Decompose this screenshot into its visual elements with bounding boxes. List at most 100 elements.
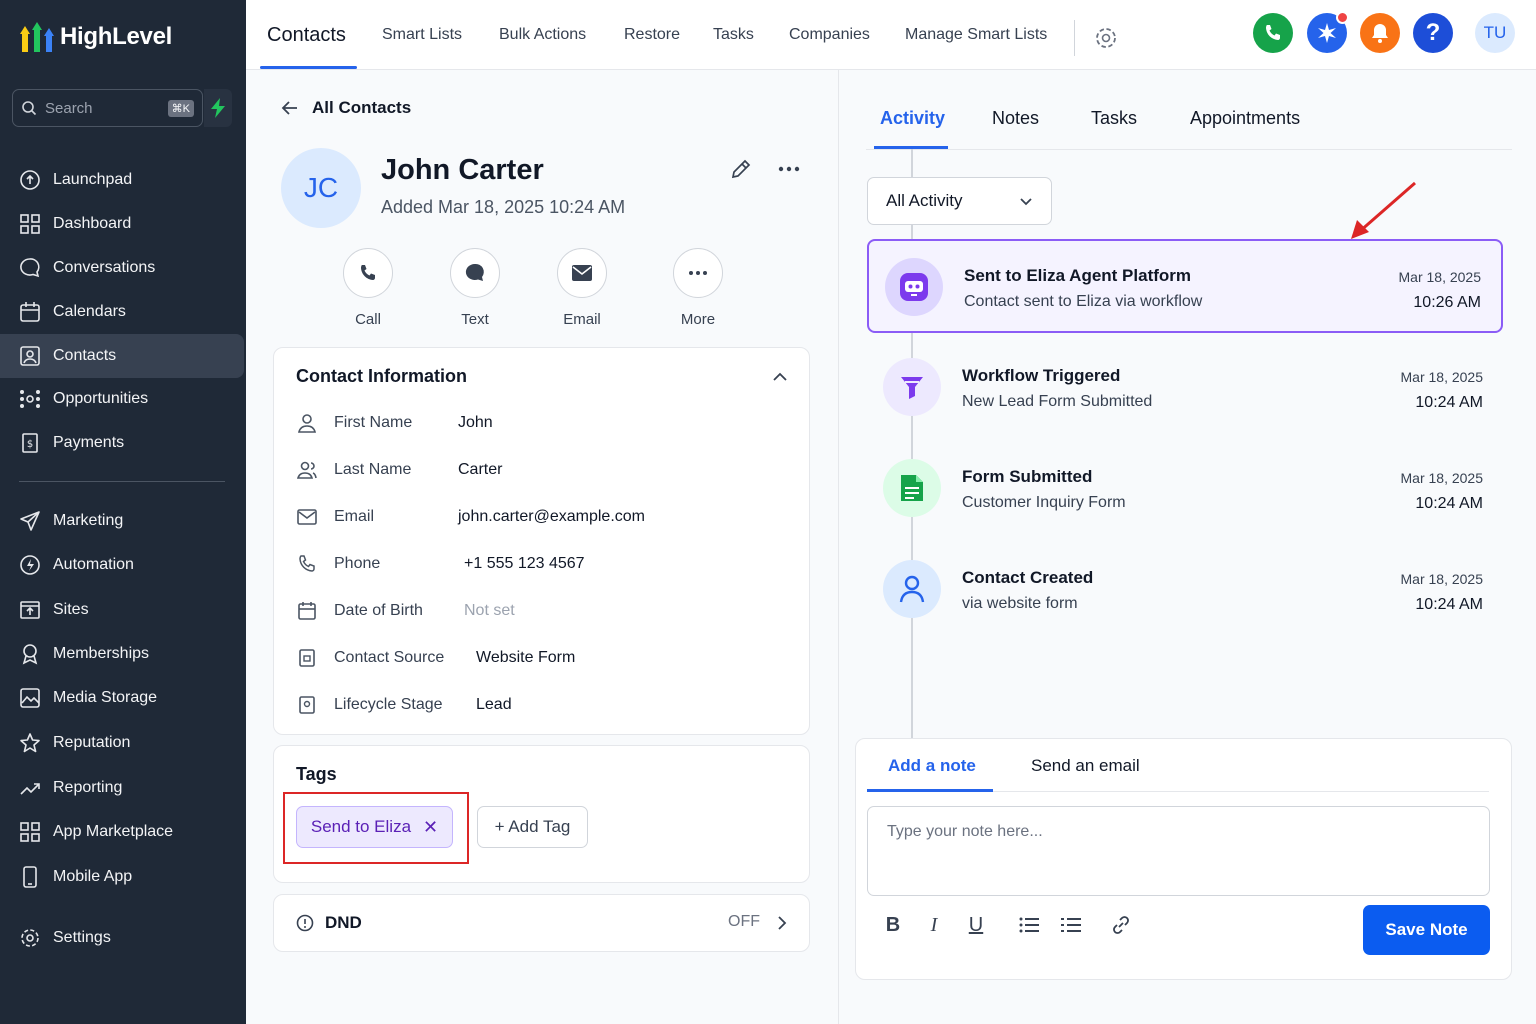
sidebar-item-label: Reporting — [53, 779, 123, 796]
tab-appointments[interactable]: Appointments — [1190, 108, 1300, 129]
tab-restore[interactable]: Restore — [624, 0, 680, 70]
numbered-list-button[interactable] — [1058, 912, 1084, 938]
bulleted-list-button[interactable] — [1016, 912, 1042, 938]
envelope-icon — [297, 509, 317, 525]
sidebar-item-label: Sites — [53, 601, 89, 618]
sidebar-item-launchpad[interactable]: Launchpad — [0, 158, 246, 202]
sidebar-item-label: Mobile App — [53, 868, 133, 885]
tab-tasks[interactable]: Tasks — [713, 0, 754, 70]
user-avatar[interactable]: TU — [1475, 13, 1515, 53]
payments-icon: $ — [22, 433, 38, 453]
send-icon — [20, 511, 40, 531]
settings-button[interactable] — [1094, 26, 1118, 50]
text-action[interactable]: Text — [435, 248, 515, 328]
text-action-label: Text — [461, 311, 489, 328]
sidebar-item-label: Marketing — [53, 512, 124, 529]
notifications-star-button[interactable] — [1307, 11, 1349, 53]
sidebar-item-memberships[interactable]: Memberships — [0, 632, 246, 676]
automation-icon — [20, 555, 40, 575]
active-tab-underline — [260, 66, 357, 69]
activity-item-contact-created[interactable]: Contact Created via website form Mar 18,… — [867, 543, 1503, 637]
tab-bulk-actions[interactable]: Bulk Actions — [499, 0, 586, 70]
sidebar-item-mobile-app[interactable]: Mobile App — [0, 855, 246, 899]
activity-item-workflow-triggered[interactable]: Workflow Triggered New Lead Form Submitt… — [867, 341, 1503, 435]
activity-title: Workflow Triggered — [962, 366, 1121, 385]
field-value[interactable]: Carter — [458, 461, 502, 479]
sidebar-item-label: Automation — [53, 556, 134, 573]
sidebar-item-label: Memberships — [53, 645, 150, 662]
tab-activity[interactable]: Activity — [880, 108, 945, 129]
sidebar-item-settings[interactable]: Settings — [0, 916, 246, 960]
sidebar-item-opportunities[interactable]: Opportunities — [0, 377, 246, 421]
field-value[interactable]: Lead — [476, 696, 512, 714]
phone-icon — [299, 555, 315, 572]
arrow-left-icon — [281, 101, 297, 115]
sidebar-item-dashboard[interactable]: Dashboard — [0, 202, 246, 246]
field-label: Email — [334, 508, 375, 525]
field-value[interactable]: Not set — [464, 602, 515, 620]
call-action[interactable]: Call — [328, 248, 408, 328]
sidebar-item-app-marketplace[interactable]: App Marketplace — [0, 810, 246, 854]
underline-button[interactable]: U — [963, 912, 989, 938]
alerts-button[interactable] — [1360, 13, 1400, 53]
user-icon — [297, 414, 317, 433]
activity-item-form-submitted[interactable]: Form Submitted Customer Inquiry Form Mar… — [867, 442, 1503, 536]
app-logo[interactable]: HighLevel — [20, 20, 172, 54]
contact-added-date: Added Mar 18, 2025 10:24 AM — [381, 197, 626, 217]
bulleted-list-icon — [1019, 917, 1039, 933]
italic-button[interactable]: I — [921, 912, 947, 938]
edit-contact-button[interactable] — [728, 156, 754, 182]
sidebar-item-marketing[interactable]: Marketing — [0, 499, 246, 543]
tags-title: Tags — [296, 764, 337, 784]
phone-icon — [361, 265, 375, 280]
field-value[interactable]: john.carter@example.com — [458, 508, 645, 526]
sidebar-item-payments[interactable]: $ Payments — [0, 421, 246, 465]
lifecycle-icon — [299, 696, 315, 714]
sidebar-item-media-storage[interactable]: Media Storage — [0, 676, 246, 720]
field-value[interactable]: Website Form — [476, 649, 575, 667]
activity-item-sent-to-eliza[interactable]: Sent to Eliza Agent Platform Contact sen… — [867, 239, 1503, 333]
email-action[interactable]: Email — [542, 248, 622, 328]
add-tag-button[interactable]: + Add Tag — [477, 806, 588, 848]
tab-send-an-email[interactable]: Send an email — [1031, 756, 1140, 776]
more-action[interactable]: More — [658, 248, 738, 328]
field-value[interactable]: John — [458, 414, 493, 432]
sidebar-divider — [19, 481, 225, 482]
tab-smart-lists[interactable]: Smart Lists — [382, 0, 462, 70]
tab-manage-smart-lists[interactable]: Manage Smart Lists — [905, 0, 1047, 70]
sidebar-item-contacts[interactable]: Contacts — [0, 334, 244, 378]
field-value[interactable]: +1 555 123 4567 — [464, 555, 585, 573]
sidebar-item-conversations[interactable]: Conversations — [0, 246, 246, 290]
back-to-all-contacts[interactable]: All Contacts — [280, 98, 411, 118]
sidebar-item-calendars[interactable]: Calendars — [0, 290, 246, 334]
search-shortcut: ⌘K — [167, 99, 194, 117]
svg-text:$: $ — [27, 439, 33, 450]
sidebar-item-reputation[interactable]: Reputation — [0, 721, 246, 765]
collapse-button[interactable] — [769, 366, 791, 388]
help-button[interactable]: ? — [1413, 13, 1453, 53]
sidebar-item-sites[interactable]: Sites — [0, 588, 246, 632]
search-input[interactable]: Search ⌘K — [12, 89, 203, 127]
tab-add-a-note[interactable]: Add a note — [888, 756, 976, 776]
envelope-icon — [572, 265, 592, 281]
tab-contacts[interactable]: Contacts — [267, 0, 346, 70]
sidebar-item-label: Settings — [53, 929, 111, 946]
contact-information-card — [273, 347, 810, 735]
tab-tasks-panel[interactable]: Tasks — [1091, 108, 1137, 129]
tab-notes[interactable]: Notes — [992, 108, 1039, 129]
field-phone: Phone +1 555 123 4567 — [296, 552, 585, 576]
field-last-name: Last Name Carter — [296, 458, 502, 482]
sidebar-item-automation[interactable]: Automation — [0, 543, 246, 587]
link-button[interactable] — [1108, 912, 1134, 938]
activity-filter-dropdown[interactable]: All Activity — [867, 177, 1052, 225]
tab-companies[interactable]: Companies — [789, 0, 870, 70]
chevron-right-icon[interactable] — [777, 915, 787, 931]
quick-actions-button[interactable] — [204, 89, 232, 127]
sparkle-icon — [1318, 23, 1336, 43]
sidebar-item-reporting[interactable]: Reporting — [0, 766, 246, 810]
note-textarea[interactable] — [867, 806, 1490, 896]
bold-button[interactable]: B — [880, 912, 906, 938]
more-options-button[interactable] — [776, 156, 802, 182]
save-note-button[interactable]: Save Note — [1363, 905, 1490, 955]
phone-button[interactable] — [1253, 13, 1293, 53]
